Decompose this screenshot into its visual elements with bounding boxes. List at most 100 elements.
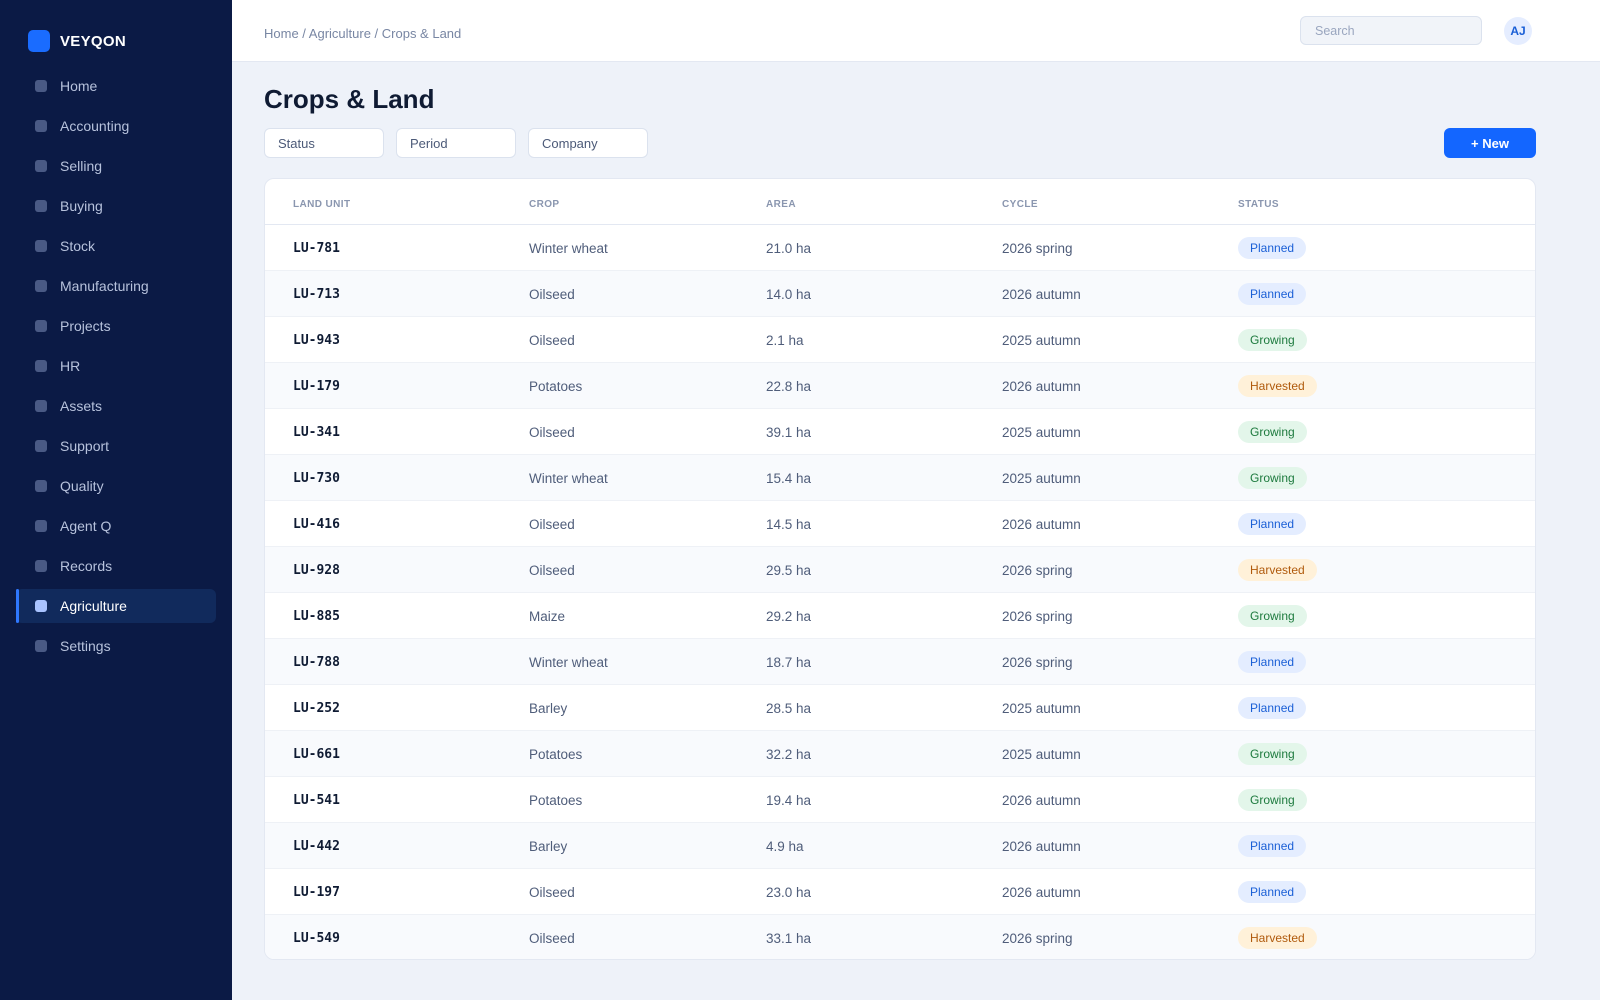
status-badge: Growing bbox=[1238, 605, 1307, 627]
table-row[interactable]: LU-943 Oilseed 2.1 ha 2025 autumn Growing bbox=[265, 317, 1535, 363]
area-cell: 28.5 ha bbox=[766, 700, 812, 716]
filter-status[interactable]: Status bbox=[264, 128, 384, 158]
status-cell: Harvested bbox=[1238, 547, 1317, 593]
sidebar-item-label: Manufacturing bbox=[60, 278, 149, 294]
search-input[interactable] bbox=[1300, 16, 1482, 45]
sidebar-item-label: Accounting bbox=[60, 118, 130, 134]
sidebar-item-home[interactable]: Home bbox=[16, 69, 216, 103]
status-badge: Planned bbox=[1238, 881, 1307, 903]
crop-cell: Oilseed bbox=[529, 930, 575, 946]
cycle-cell: 2026 autumn bbox=[1002, 838, 1081, 854]
avatar[interactable]: AJ bbox=[1504, 17, 1532, 45]
status-cell: Growing bbox=[1238, 731, 1307, 777]
land-unit-cell[interactable]: LU-549 bbox=[293, 915, 340, 959]
cycle-cell: 2026 spring bbox=[1002, 930, 1073, 946]
table-header: LAND UNIT CROP AREA CYCLE STATUS bbox=[265, 179, 1535, 225]
sidebar-item-label: Support bbox=[60, 438, 110, 454]
column-header-status[interactable]: STATUS bbox=[1238, 199, 1279, 210]
status-cell: Growing bbox=[1238, 409, 1307, 455]
crop-cell: Oilseed bbox=[529, 562, 575, 578]
table-row[interactable]: LU-928 Oilseed 29.5 ha 2026 spring Harvested bbox=[265, 547, 1535, 593]
column-header-crop[interactable]: CROP bbox=[529, 199, 560, 210]
sidebar-item-hr[interactable]: HR bbox=[16, 349, 216, 383]
area-cell: 29.2 ha bbox=[766, 608, 812, 624]
land-unit-cell[interactable]: LU-661 bbox=[293, 731, 340, 777]
status-badge: Planned bbox=[1238, 651, 1307, 673]
land-unit-cell[interactable]: LU-442 bbox=[293, 823, 340, 869]
sidebar-item-label: Assets bbox=[60, 398, 103, 414]
land-unit-cell[interactable]: LU-713 bbox=[293, 271, 340, 317]
area-cell: 15.4 ha bbox=[766, 470, 812, 486]
top-bar: Home / Agriculture / Crops & Land AJ bbox=[232, 0, 1600, 62]
table-row[interactable]: LU-661 Potatoes 32.2 ha 2025 autumn Growing bbox=[265, 731, 1535, 777]
table-row[interactable]: LU-781 Winter wheat 21.0 ha 2026 spring Plan… bbox=[265, 225, 1535, 271]
land-unit-cell[interactable]: LU-197 bbox=[293, 869, 340, 915]
cycle-cell: 2025 autumn bbox=[1002, 470, 1081, 486]
sidebar-nav: Home Accounting Selling Buying Stock Manufact… bbox=[16, 69, 216, 669]
nav-square-icon bbox=[35, 480, 47, 492]
new-button[interactable]: + New bbox=[1444, 128, 1536, 158]
status-badge: Planned bbox=[1238, 237, 1307, 259]
table-row[interactable]: LU-788 Winter wheat 18.7 ha 2026 spring Plan… bbox=[265, 639, 1535, 685]
area-cell: 2.1 ha bbox=[766, 332, 804, 348]
sidebar-item-selling[interactable]: Selling bbox=[16, 149, 216, 183]
land-unit-cell[interactable]: LU-541 bbox=[293, 777, 340, 823]
table-row[interactable]: LU-197 Oilseed 23.0 ha 2026 autumn Planned bbox=[265, 869, 1535, 915]
table-row[interactable]: LU-885 Maize 29.2 ha 2026 spring Growing bbox=[265, 593, 1535, 639]
sidebar-item-buying[interactable]: Buying bbox=[16, 189, 216, 223]
land-unit-cell[interactable]: LU-179 bbox=[293, 363, 340, 409]
status-badge: Growing bbox=[1238, 467, 1307, 489]
table-row[interactable]: LU-341 Oilseed 39.1 ha 2025 autumn Growing bbox=[265, 409, 1535, 455]
table-row[interactable]: LU-179 Potatoes 22.8 ha 2026 autumn Harveste… bbox=[265, 363, 1535, 409]
breadcrumb[interactable]: Home / Agriculture / Crops & Land bbox=[264, 26, 461, 41]
status-badge: Harvested bbox=[1238, 927, 1317, 949]
land-unit-cell[interactable]: LU-252 bbox=[293, 685, 340, 731]
sidebar-item-agent-q[interactable]: Agent Q bbox=[16, 509, 216, 543]
sidebar-item-assets[interactable]: Assets bbox=[16, 389, 216, 423]
column-header-cycle[interactable]: CYCLE bbox=[1002, 199, 1038, 210]
crop-cell: Maize bbox=[529, 608, 566, 624]
sidebar-item-records[interactable]: Records bbox=[16, 549, 216, 583]
nav-square-icon bbox=[35, 240, 47, 252]
table-row[interactable]: LU-416 Oilseed 14.5 ha 2026 autumn Planned bbox=[265, 501, 1535, 547]
table-row[interactable]: LU-549 Oilseed 33.1 ha 2026 spring Harvested bbox=[265, 915, 1535, 959]
land-unit-cell[interactable]: LU-781 bbox=[293, 225, 340, 271]
land-unit-cell[interactable]: LU-885 bbox=[293, 593, 340, 639]
filter-period[interactable]: Period bbox=[396, 128, 516, 158]
land-unit-cell[interactable]: LU-943 bbox=[293, 317, 340, 363]
sidebar: VEYQON Home Accounting Selling Buying Stock M… bbox=[0, 0, 232, 1000]
status-cell: Growing bbox=[1238, 317, 1307, 363]
sidebar-item-stock[interactable]: Stock bbox=[16, 229, 216, 263]
land-unit-cell[interactable]: LU-416 bbox=[293, 501, 340, 547]
crop-cell: Winter wheat bbox=[529, 240, 608, 256]
land-unit-cell[interactable]: LU-730 bbox=[293, 455, 340, 501]
sidebar-item-label: Buying bbox=[60, 198, 103, 214]
status-badge: Planned bbox=[1238, 835, 1307, 857]
status-badge: Growing bbox=[1238, 329, 1307, 351]
column-header-area[interactable]: AREA bbox=[766, 199, 796, 210]
column-header-land-unit[interactable]: LAND UNIT bbox=[293, 199, 350, 210]
land-unit-cell[interactable]: LU-341 bbox=[293, 409, 340, 455]
sidebar-item-accounting[interactable]: Accounting bbox=[16, 109, 216, 143]
table-row[interactable]: LU-730 Winter wheat 15.4 ha 2025 autumn Grow… bbox=[265, 455, 1535, 501]
land-unit-cell[interactable]: LU-788 bbox=[293, 639, 340, 685]
table-row[interactable]: LU-442 Barley 4.9 ha 2026 autumn Planned bbox=[265, 823, 1535, 869]
nav-square-icon bbox=[35, 400, 47, 412]
sidebar-item-label: Selling bbox=[60, 158, 103, 174]
sidebar-item-quality[interactable]: Quality bbox=[16, 469, 216, 503]
sidebar-item-support[interactable]: Support bbox=[16, 429, 216, 463]
nav-square-icon bbox=[35, 640, 47, 652]
sidebar-item-settings[interactable]: Settings bbox=[16, 629, 216, 663]
table-row[interactable]: LU-252 Barley 28.5 ha 2025 autumn Planned bbox=[265, 685, 1535, 731]
sidebar-item-agriculture[interactable]: Agriculture bbox=[16, 589, 216, 623]
brand[interactable]: VEYQON bbox=[28, 30, 126, 52]
area-cell: 14.0 ha bbox=[766, 286, 812, 302]
sidebar-item-manufacturing[interactable]: Manufacturing bbox=[16, 269, 216, 303]
sidebar-item-projects[interactable]: Projects bbox=[16, 309, 216, 343]
filter-company[interactable]: Company bbox=[528, 128, 648, 158]
table-row[interactable]: LU-713 Oilseed 14.0 ha 2026 autumn Planned bbox=[265, 271, 1535, 317]
cycle-cell: 2026 spring bbox=[1002, 562, 1073, 578]
land-unit-cell[interactable]: LU-928 bbox=[293, 547, 340, 593]
table-row[interactable]: LU-541 Potatoes 19.4 ha 2026 autumn Growing bbox=[265, 777, 1535, 823]
sidebar-item-label: Agent Q bbox=[60, 518, 112, 534]
